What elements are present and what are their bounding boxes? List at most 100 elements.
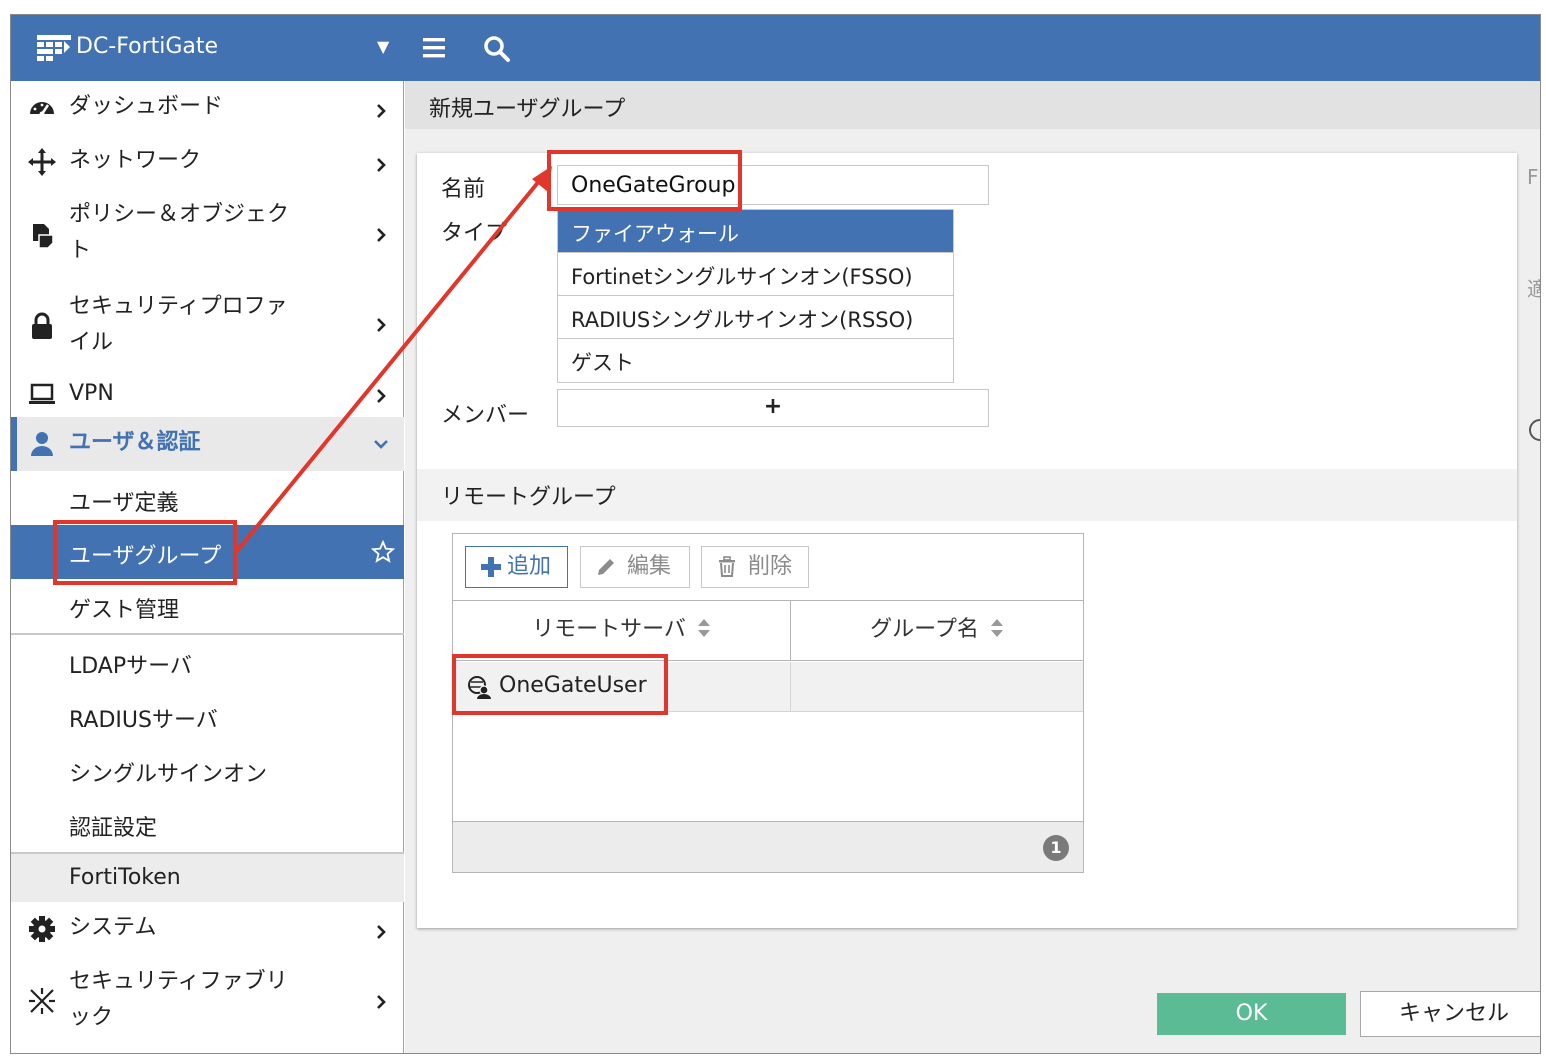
star-icon[interactable]	[371, 540, 395, 564]
clipped-side-panel: F 適	[1527, 165, 1541, 585]
page-header: 新規ユーザグループ	[405, 81, 1540, 129]
sidebar-subitem-label: ユーザグループ	[69, 544, 222, 569]
edit-button[interactable]: 編集	[580, 546, 690, 588]
sidebar-subitem-user-definition[interactable]: ユーザ定義	[11, 471, 404, 525]
gear-icon	[29, 916, 55, 942]
sidebar-item-label: セキュリティプロファ	[69, 294, 288, 319]
edit-label: 編集	[627, 554, 672, 579]
table-header: リモートサーバ グループ名	[453, 601, 1083, 661]
add-button[interactable]: 追加	[465, 546, 568, 588]
chevron-down-icon	[374, 440, 388, 449]
type-option-rsso[interactable]: RADIUSシングルサインオン(RSSO)	[558, 296, 953, 339]
search-icon[interactable]	[483, 35, 511, 63]
name-label: 名前	[441, 177, 486, 202]
table-footer: 1	[453, 821, 1083, 872]
sidebar-item-network[interactable]: ネットワーク	[11, 135, 404, 189]
name-input[interactable]	[557, 165, 989, 205]
sidebar-item-label-wrap: イル	[69, 330, 114, 355]
chevron-right-icon	[377, 925, 386, 939]
remote-server-cell: OneGateUser	[453, 662, 791, 712]
sidebar-item-label: ネットワーク	[69, 148, 202, 173]
column-header-group-name[interactable]: グループ名	[791, 601, 1083, 661]
remote-server-name: OneGateUser	[499, 673, 647, 698]
sidebar-subitem-fortitoken[interactable]: FortiToken	[11, 854, 404, 902]
pencil-icon	[598, 559, 614, 575]
chevron-right-icon	[377, 158, 386, 172]
sidebar-subitem-auth-settings[interactable]: 認証設定	[11, 797, 404, 851]
chevron-right-icon	[377, 389, 386, 403]
chevron-right-icon	[377, 318, 386, 332]
sidebar-item-label: VPN	[69, 381, 114, 406]
user-icon	[31, 432, 53, 456]
remote-groups-section: リモートグループ	[417, 469, 1517, 521]
trash-icon	[719, 556, 735, 577]
type-option-firewall[interactable]: ファイアウォール	[558, 210, 953, 253]
delete-button[interactable]: 削除	[701, 546, 809, 588]
sidebar-item-label-wrap: ック	[69, 1005, 114, 1030]
sidebar-subitem-label: ユーザ定義	[69, 491, 179, 516]
network-icon	[28, 148, 56, 176]
policy-icon	[33, 224, 54, 249]
fortigate-logo-icon	[37, 35, 71, 61]
type-option-fsso[interactable]: Fortinetシングルサインオン(FSSO)	[558, 253, 953, 296]
sidebar-subitem-user-groups[interactable]: ユーザグループ	[11, 525, 404, 579]
sidebar-item-policy-objects[interactable]: ポリシー＆オブジェク ト	[11, 189, 404, 281]
sidebar-subitem-guest-management[interactable]: ゲスト管理	[11, 579, 404, 633]
lock-icon	[32, 312, 52, 339]
sidebar-subitem-label: 認証設定	[69, 816, 158, 841]
caret-down-icon[interactable]: ▼	[377, 37, 389, 56]
sort-icon	[697, 619, 710, 637]
sidebar-item-system[interactable]: システム	[11, 902, 404, 956]
table-row[interactable]: OneGateUser	[453, 662, 1083, 712]
add-member-button[interactable]: +	[557, 389, 989, 427]
add-label: 追加	[507, 554, 552, 579]
chevron-right-icon	[377, 995, 386, 1009]
device-title[interactable]: DC-FortiGate	[76, 34, 218, 59]
cancel-button[interactable]: キャンセル	[1360, 991, 1540, 1037]
sidebar-item-label: システム	[69, 915, 157, 940]
sidebar-subitem-label: ゲスト管理	[69, 598, 180, 623]
app-window: DC-FortiGate ▼ ダッシュボード ネットワーク ポリシー＆オブジェク…	[10, 14, 1541, 1054]
sidebar-item-security-fabric[interactable]: セキュリティファブリ ック	[11, 956, 404, 1048]
group-name-cell	[791, 662, 1083, 712]
main-content: 新規ユーザグループ 名前 タイプ ファイアウォール Fortinetシングルサイ…	[405, 81, 1541, 1053]
row-count-badge: 1	[1043, 835, 1069, 861]
type-label: タイプ	[441, 221, 508, 246]
sidebar-subitem-label: シングルサインオン	[69, 762, 268, 787]
sidebar-item-dashboard[interactable]: ダッシュボード	[11, 81, 404, 135]
sidebar: ダッシュボード ネットワーク ポリシー＆オブジェク ト セキュリティプロファ イ…	[11, 81, 404, 1053]
sort-icon	[990, 619, 1003, 637]
remote-groups-table: 追加 編集 削除 リモートサーバ グループ名 OneGateUser 1	[452, 533, 1084, 873]
hamburger-menu-icon[interactable]	[423, 37, 449, 59]
sidebar-item-label-wrap: ト	[69, 238, 92, 263]
sidebar-item-label: ダッシュボード	[69, 94, 224, 119]
sidebar-item-vpn[interactable]: VPN	[11, 371, 404, 417]
type-option-guest[interactable]: ゲスト	[558, 339, 953, 382]
remote-user-server-icon	[468, 676, 491, 699]
sidebar-item-label: ユーザ＆認証	[69, 430, 201, 455]
sidebar-subitem-ldap-servers[interactable]: LDAPサーバ	[11, 635, 404, 689]
help-icon[interactable]	[1527, 417, 1541, 443]
top-bar: DC-FortiGate ▼	[11, 15, 1540, 81]
column-header-remote-server[interactable]: リモートサーバ	[453, 601, 791, 661]
clipped-text: 適	[1527, 273, 1540, 302]
laptop-icon	[29, 383, 55, 404]
sidebar-subitem-label: RADIUSサーバ	[69, 708, 218, 733]
form-panel: 名前 タイプ ファイアウォール Fortinetシングルサインオン(FSSO) …	[417, 153, 1517, 928]
table-toolbar: 追加 編集 削除	[453, 534, 1083, 601]
sidebar-item-user-auth[interactable]: ユーザ＆認証	[11, 417, 404, 471]
active-indicator	[11, 417, 17, 471]
clipped-text: F	[1527, 165, 1539, 189]
dashboard-icon	[30, 102, 54, 117]
sidebar-subitem-radius-servers[interactable]: RADIUSサーバ	[11, 689, 404, 743]
sidebar-item-security-profiles[interactable]: セキュリティプロファ イル	[11, 281, 404, 371]
sidebar-item-label: セキュリティファブリ	[69, 969, 288, 994]
member-label: メンバー	[441, 403, 530, 428]
page-title: 新規ユーザグループ	[429, 97, 626, 122]
sidebar-subitem-single-sign-on[interactable]: シングルサインオン	[11, 743, 404, 797]
chevron-right-icon	[377, 104, 386, 118]
delete-label: 削除	[748, 554, 793, 579]
type-selector[interactable]: ファイアウォール Fortinetシングルサインオン(FSSO) RADIUSシ…	[557, 209, 954, 383]
ok-button[interactable]: OK	[1157, 993, 1346, 1035]
sidebar-subitem-label: FortiToken	[69, 865, 181, 890]
